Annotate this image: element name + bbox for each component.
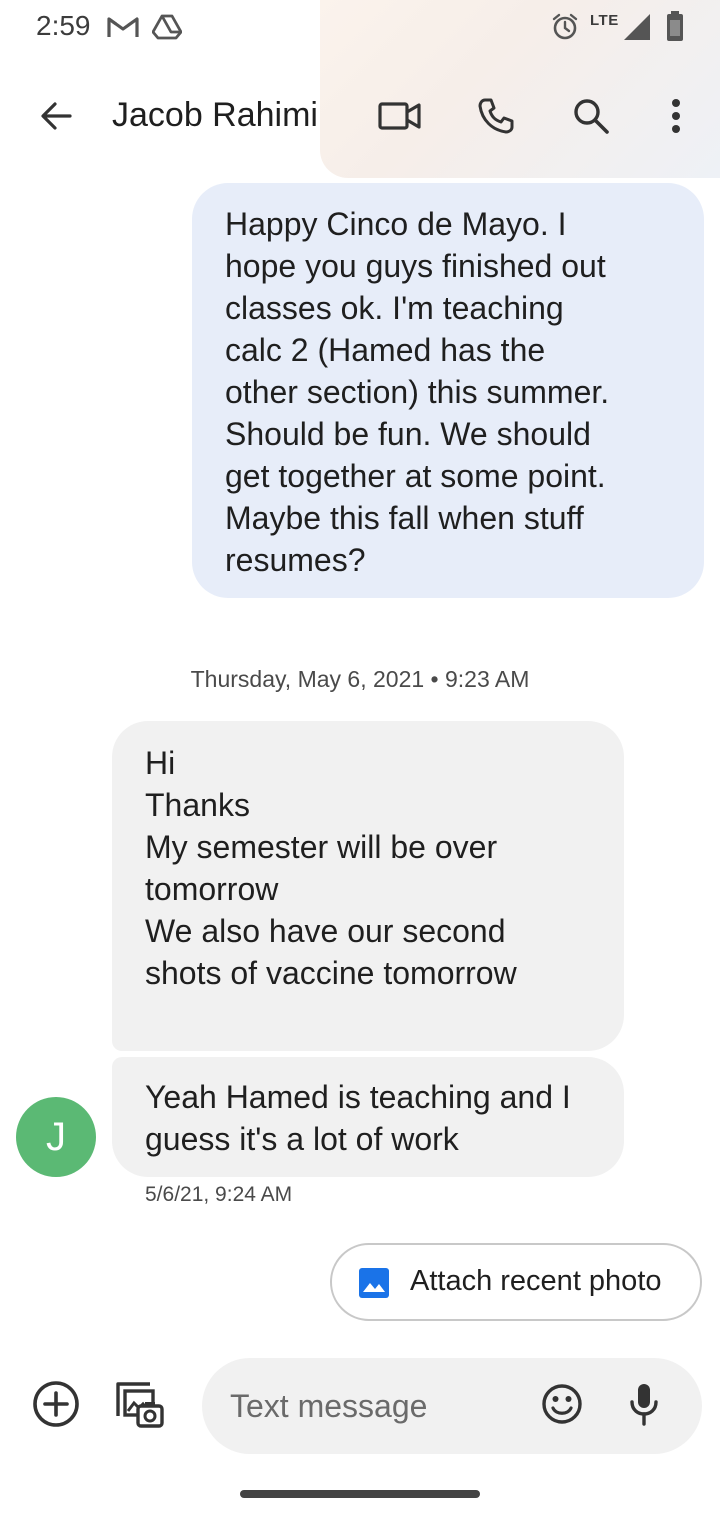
alarm-icon bbox=[550, 12, 580, 47]
image-icon bbox=[358, 1267, 390, 1304]
voice-call-button[interactable] bbox=[472, 94, 520, 142]
video-call-icon bbox=[378, 101, 422, 136]
voice-input-button[interactable] bbox=[620, 1382, 668, 1430]
drive-icon bbox=[151, 14, 183, 45]
outgoing-message-bubble[interactable]: Happy Cinco de Mayo. I hope you guys fin… bbox=[192, 183, 704, 598]
gallery-camera-icon bbox=[114, 1378, 166, 1435]
attach-recent-photo-label: Attach recent photo bbox=[410, 1265, 662, 1297]
add-attachment-button[interactable] bbox=[32, 1380, 80, 1430]
mic-icon bbox=[628, 1382, 660, 1431]
network-type: LTE bbox=[590, 12, 619, 29]
message-timestamp: 5/6/21, 9:24 AM bbox=[145, 1183, 293, 1206]
back-arrow-icon bbox=[38, 98, 74, 139]
add-icon bbox=[31, 1379, 81, 1434]
emoji-icon bbox=[541, 1383, 583, 1430]
gallery-button[interactable] bbox=[116, 1381, 164, 1430]
emoji-button[interactable] bbox=[538, 1382, 586, 1430]
message-input[interactable] bbox=[230, 1380, 520, 1432]
incoming-message-bubble[interactable]: Yeah Hamed is teaching and I guess it's … bbox=[112, 1057, 624, 1177]
contact-avatar[interactable]: J bbox=[16, 1097, 96, 1177]
contact-name[interactable]: Jacob Rahimi bbox=[112, 96, 318, 135]
attach-recent-photo-button[interactable]: Attach recent photo bbox=[330, 1243, 702, 1321]
date-divider: Thursday, May 6, 2021 • 9:23 AM bbox=[190, 666, 530, 692]
status-bar: 2:59 LTE bbox=[0, 0, 720, 56]
phone-icon bbox=[476, 96, 516, 141]
gmail-icon bbox=[106, 14, 140, 45]
battery-icon bbox=[666, 10, 684, 47]
incoming-message-bubble[interactable]: Hi Thanks My semester will be over tomor… bbox=[112, 721, 624, 1051]
signal-icon bbox=[622, 12, 652, 47]
gesture-nav-handle[interactable] bbox=[240, 1490, 480, 1498]
compose-field bbox=[202, 1358, 702, 1454]
video-call-button[interactable] bbox=[376, 94, 424, 142]
compose-bar bbox=[0, 1356, 720, 1456]
search-icon bbox=[571, 96, 611, 141]
more-vert-icon bbox=[670, 98, 682, 139]
conversation-screen: 2:59 LTE Jacob Rahimi Happy Cinco de May… bbox=[0, 0, 720, 1520]
more-options-button[interactable] bbox=[652, 94, 700, 142]
avatar-initial: J bbox=[46, 1114, 66, 1159]
app-bar: Jacob Rahimi bbox=[0, 78, 720, 158]
back-button[interactable] bbox=[32, 94, 80, 142]
search-button[interactable] bbox=[567, 94, 615, 142]
status-time: 2:59 bbox=[36, 10, 91, 41]
